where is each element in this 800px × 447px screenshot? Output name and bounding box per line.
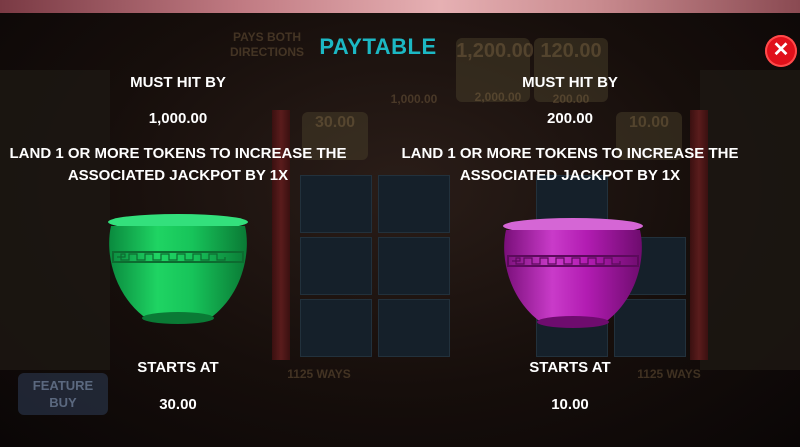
must-hit-value: 1,000.00 (148, 110, 208, 127)
jackpot-column-green: MUST HIT BY 1,000.00 LAND 1 OR MORE TOKE… (0, 0, 358, 447)
purple-pot-icon (503, 218, 643, 328)
green-pot-icon (108, 214, 248, 324)
jackpot-description: LAND 1 OR MORE TOKENS TO INCREASE THE AS… (9, 145, 347, 184)
jackpot-description: LAND 1 OR MORE TOKENS TO INCREASE THE AS… (401, 145, 739, 184)
must-hit-label: MUST HIT BY (522, 74, 618, 91)
starts-at-label: STARTS AT (529, 359, 611, 376)
starts-at-value: 10.00 (551, 396, 589, 413)
close-icon: ✕ (772, 39, 790, 61)
game-screen: PAYS BOTH DIRECTIONS 1,200.00 120.00 1,0… (0, 0, 800, 447)
close-button[interactable]: ✕ (765, 35, 797, 67)
jackpot-column-purple: MUST HIT BY 200.00 LAND 1 OR MORE TOKENS… (390, 0, 750, 447)
starts-at-label: STARTS AT (137, 359, 219, 376)
starts-at-value: 30.00 (159, 396, 197, 413)
must-hit-label: MUST HIT BY (130, 74, 226, 91)
must-hit-value: 200.00 (547, 110, 593, 127)
